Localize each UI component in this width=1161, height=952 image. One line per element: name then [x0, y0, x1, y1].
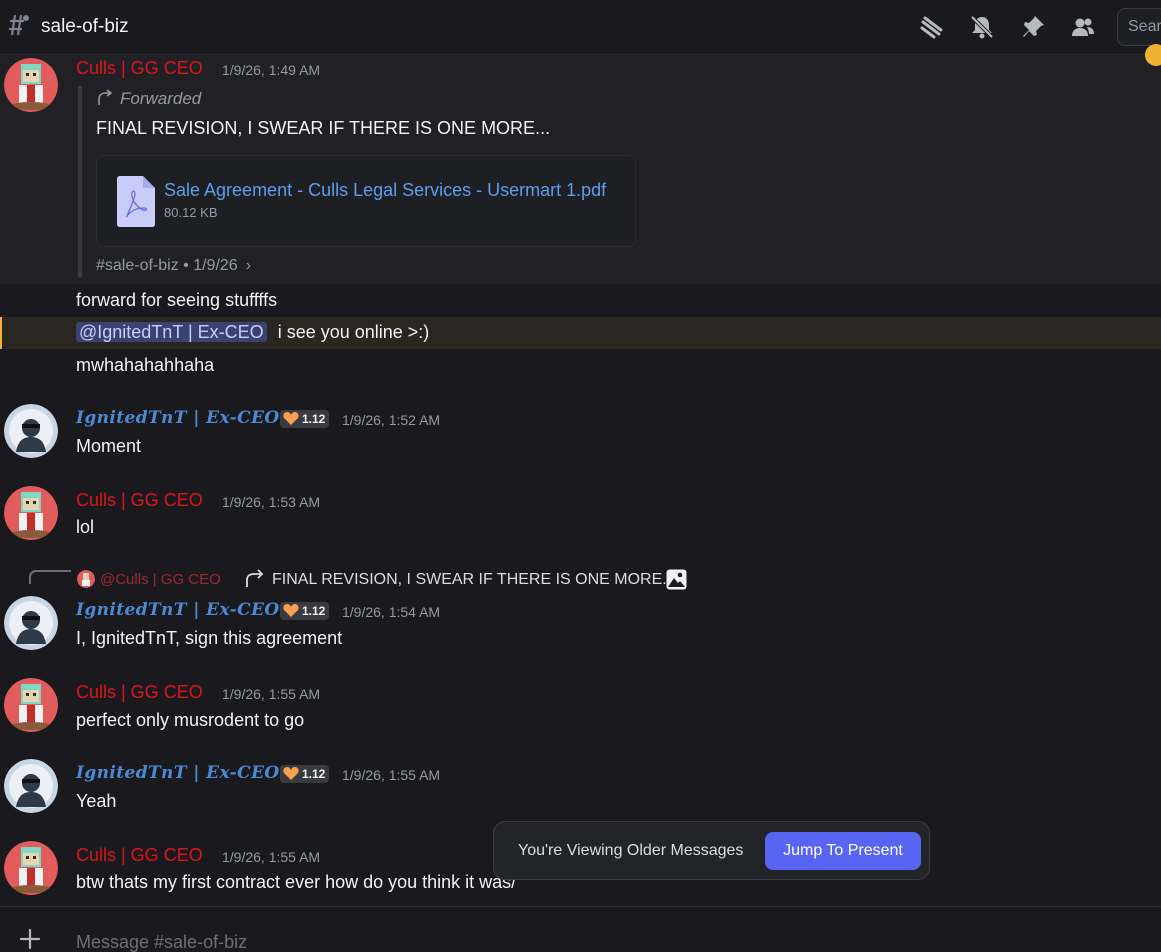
avatar[interactable] — [4, 596, 58, 650]
tag-badge-text: 1.12 — [302, 767, 326, 781]
pin-icon[interactable] — [1020, 14, 1046, 40]
forward-arrow-icon — [98, 89, 113, 105]
heart-icon — [283, 603, 299, 617]
forwarded-label: Forwarded — [120, 89, 202, 108]
message-text: lol — [76, 517, 95, 537]
timestamp: 1/9/26, 1:54 AM — [342, 604, 441, 620]
user-mention[interactable]: @IgnitedTnT | Ex-CEO — [76, 322, 267, 342]
mute-notifications-icon[interactable] — [969, 14, 995, 40]
banner-text: You're Viewing Older Messages — [518, 842, 744, 859]
avatar[interactable] — [4, 841, 58, 895]
attachment-size: 80.12 KB — [164, 205, 218, 220]
forwarded-text: FINAL REVISION, I SWEAR IF THERE IS ONE … — [96, 118, 551, 138]
jump-to-present-button[interactable]: Jump To Present — [765, 832, 921, 870]
reply-connector — [29, 570, 71, 584]
tag-badge[interactable]: 1.12 — [280, 410, 330, 428]
older-messages-banner: You're Viewing Older Messages Jump To Pr… — [493, 821, 930, 880]
username[interactable]: Culls | GG CEO — [76, 490, 203, 511]
image-icon — [666, 569, 687, 590]
message-body: i see you online >:) — [277, 322, 430, 342]
username[interactable]: IgnitedTnT | Ex-CEO — [76, 408, 280, 428]
username[interactable]: Culls | GG CEO — [76, 845, 203, 866]
timestamp: 1/9/26, 1:55 AM — [222, 686, 321, 702]
avatar[interactable] — [4, 486, 58, 540]
channel-thread-hash-icon — [9, 14, 29, 36]
timestamp: 1/9/26, 1:52 AM — [342, 412, 441, 428]
forward-source-text: #sale-of-biz • 1/9/26 — [96, 257, 238, 274]
channel-name: sale-of-biz — [41, 16, 129, 37]
timestamp: 1/9/26, 1:53 AM — [222, 494, 321, 510]
username[interactable]: IgnitedTnT | Ex-CEO — [76, 763, 280, 783]
message-text: I, IgnitedTnT, sign this agreement — [76, 628, 343, 648]
forward-bar — [78, 86, 82, 278]
avatar[interactable] — [4, 404, 58, 458]
reply-avatar — [77, 570, 95, 588]
pdf-file-icon — [117, 176, 155, 227]
tag-badge[interactable]: 1.12 — [280, 765, 330, 783]
search-input[interactable]: Search — [1117, 8, 1161, 46]
heart-icon — [283, 411, 299, 425]
message-text: btw thats my first contract ever how do … — [76, 872, 517, 892]
tag-badge-text: 1.12 — [302, 412, 326, 426]
forward-source-link[interactable]: #sale-of-biz • 1/9/26 › — [96, 257, 251, 275]
username[interactable]: IgnitedTnT | Ex-CEO — [76, 600, 280, 620]
avatar[interactable] — [4, 759, 58, 813]
username[interactable]: Culls | GG CEO — [76, 682, 203, 703]
heart-icon — [283, 766, 299, 780]
members-icon[interactable] — [1070, 14, 1096, 40]
chevron-right-icon: › — [245, 257, 252, 274]
username[interactable]: Culls | GG CEO — [76, 58, 203, 79]
timestamp: 1/9/26, 1:55 AM — [222, 849, 321, 865]
message-input[interactable]: Message #sale-of-biz — [76, 932, 247, 952]
add-attachment-icon[interactable] — [18, 927, 42, 951]
channel-header: sale-of-biz Search — [0, 0, 1161, 55]
message-composer: Message #sale-of-biz — [0, 906, 1161, 952]
reply-preview-text[interactable]: FINAL REVISION, I SWEAR IF THERE IS ONE … — [272, 571, 676, 589]
message-text: perfect only musrodent to go — [76, 710, 305, 730]
reaction-emoji-icon[interactable] — [1145, 44, 1161, 66]
message-text: mwhahahahhaha — [76, 355, 215, 375]
message-list: Culls | GG CEO 1/9/26, 1:49 AM Forwarded… — [0, 44, 1161, 906]
timestamp: 1/9/26, 1:55 AM — [342, 767, 441, 783]
avatar[interactable] — [4, 678, 58, 732]
forward-arrow-icon — [246, 569, 264, 587]
timestamp: 1/9/26, 1:49 AM — [222, 62, 321, 78]
tag-badge[interactable]: 1.12 — [280, 602, 330, 620]
message-text: Yeah — [76, 791, 117, 811]
reply-author[interactable]: @Culls | GG CEO — [100, 571, 221, 588]
tag-badge-text: 1.12 — [302, 604, 326, 618]
attachment-filename[interactable]: Sale Agreement - Culls Legal Services - … — [164, 180, 619, 201]
file-attachment[interactable]: Sale Agreement - Culls Legal Services - … — [96, 155, 636, 247]
threads-icon[interactable] — [919, 14, 945, 40]
message-text: forward for seeing stuffffs — [76, 290, 278, 310]
message-text: @IgnitedTnT | Ex-CEO i see you online >:… — [76, 322, 429, 343]
avatar[interactable] — [4, 58, 58, 112]
message-text: Moment — [76, 436, 142, 456]
